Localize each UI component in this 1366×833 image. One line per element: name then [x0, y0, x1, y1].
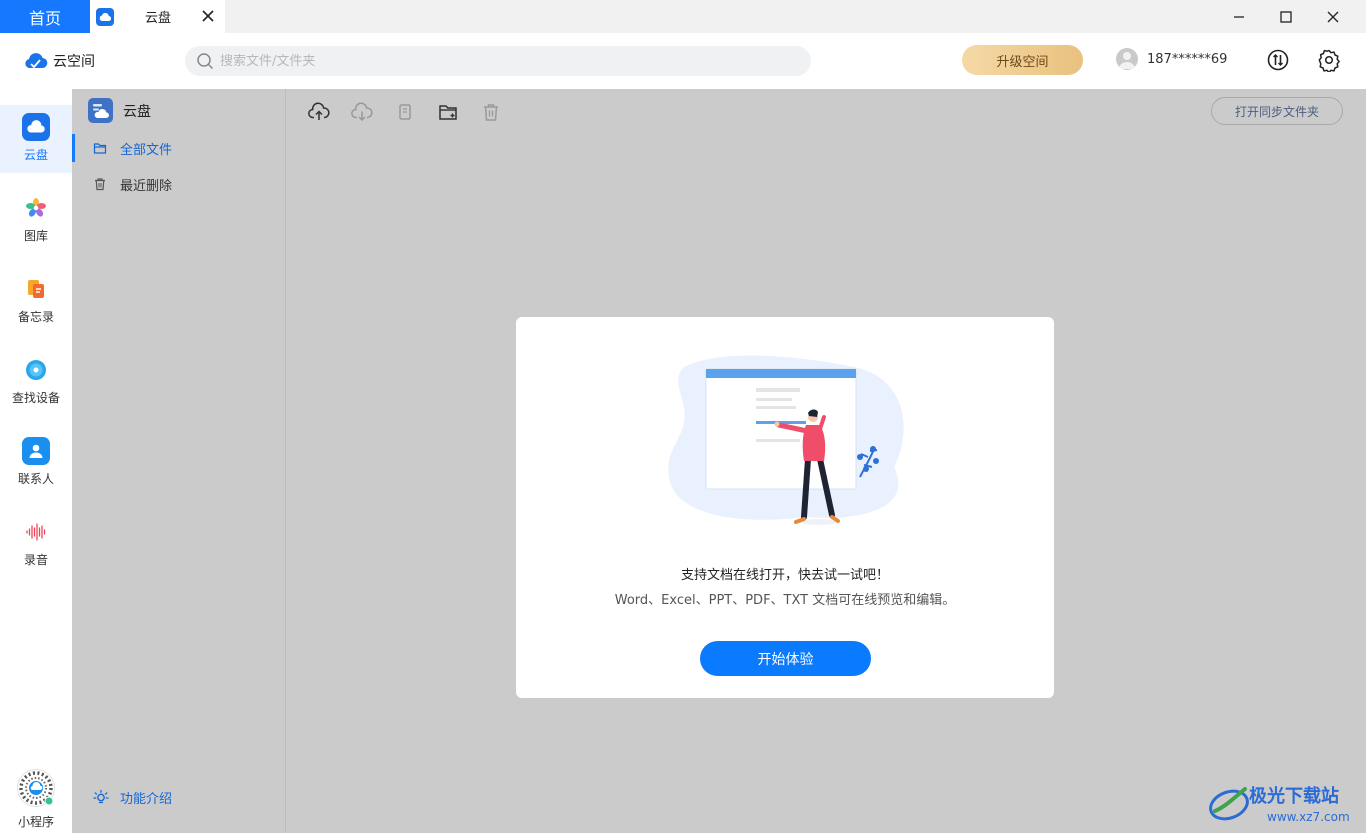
feature-intro-label: 功能介绍	[120, 791, 173, 807]
start-trial-button[interactable]: 开始体验	[700, 641, 871, 676]
nav-item-notes[interactable]: 备忘录	[0, 267, 72, 335]
cloud-logo-icon	[25, 53, 48, 69]
nav-label: 备忘录	[17, 310, 54, 324]
dialog-description: Word、Excel、PPT、PDF、TXT 文档可在线预览和编辑。	[614, 593, 956, 608]
folder-icon	[93, 143, 107, 154]
nav-label: 图库	[23, 229, 48, 243]
nav-label: 录音	[23, 553, 48, 567]
upgrade-space-button[interactable]: 升级空间	[962, 45, 1083, 75]
site-watermark-logo: 极光下载站 www.xz7.com	[1209, 785, 1350, 824]
cloud-drive-icon	[96, 7, 114, 26]
search-icon	[197, 53, 214, 70]
trash-icon	[95, 178, 105, 191]
brand: 云空间	[24, 51, 95, 71]
copy-icon[interactable]	[394, 101, 416, 123]
cloud-drive-panel-icon	[88, 98, 113, 123]
contacts-icon	[22, 437, 50, 465]
window-close-icon[interactable]	[1322, 6, 1344, 28]
nav-item-gallery[interactable]: 图库	[0, 186, 72, 254]
search-input[interactable]	[220, 53, 780, 69]
mini-program-label: 小程序	[17, 815, 54, 829]
brand-label: 云空间	[53, 54, 95, 70]
panel-title: 云盘	[123, 103, 151, 120]
find-device-icon	[22, 356, 50, 384]
online-docs-dialog: 支持文档在线打开，快去试一试吧！ Word、Excel、PPT、PDF、TXT …	[516, 317, 1054, 698]
gallery-icon	[22, 194, 50, 222]
tab-cloud-drive[interactable]: 云盘	[90, 0, 225, 33]
cloud-drive-icon	[22, 113, 50, 141]
feature-intro-link[interactable]: 功能介绍	[72, 783, 286, 811]
tab-strip: 首页 云盘	[0, 0, 1366, 33]
app-header: 云空间 升级空间 187******69	[0, 33, 1366, 89]
new-folder-icon[interactable]	[437, 101, 459, 123]
document-illustration	[668, 355, 904, 525]
maximize-icon[interactable]	[1275, 6, 1297, 28]
account-name[interactable]: 187******69	[1147, 52, 1227, 67]
mini-program[interactable]: 小程序	[0, 769, 72, 830]
nav-label: 云盘	[23, 148, 48, 162]
open-sync-folder-button[interactable]: 打开同步文件夹	[1211, 97, 1343, 125]
recorder-icon	[22, 518, 50, 546]
left-nav: 云盘 图库 备忘录 查找设备 联系人 录音 小程序	[0, 89, 72, 833]
nav-item-find-device[interactable]: 查找设备	[0, 348, 72, 416]
lightbulb-icon	[93, 789, 109, 804]
sidebar-item-label: 最近删除	[120, 178, 173, 194]
tab-label: 云盘	[145, 11, 172, 26]
download-icon[interactable]	[351, 101, 373, 123]
sidebar-item-recently-deleted[interactable]: 最近删除	[72, 170, 286, 198]
sync-status-icon[interactable]	[1266, 48, 1290, 72]
sidebar-item-all-files[interactable]: 全部文件	[72, 134, 286, 162]
nav-item-cloud-drive[interactable]: 云盘	[0, 105, 72, 173]
search-bar[interactable]	[185, 46, 811, 76]
avatar[interactable]	[1116, 48, 1138, 70]
delete-icon[interactable]	[480, 101, 502, 123]
gear-icon[interactable]	[1317, 48, 1341, 74]
dialog-title: 支持文档在线打开，快去试一试吧！	[680, 568, 889, 583]
watermark-text: 极光下载站	[1249, 785, 1339, 807]
close-icon[interactable]	[201, 9, 215, 23]
nav-item-contacts[interactable]: 联系人	[0, 429, 72, 497]
sidebar-item-label: 全部文件	[120, 142, 173, 158]
panel-header: 云盘	[88, 98, 151, 123]
nav-item-recorder[interactable]: 录音	[0, 510, 72, 578]
nav-label: 联系人	[17, 472, 54, 486]
minimize-icon[interactable]	[1228, 6, 1250, 28]
tab-home[interactable]: 首页	[0, 0, 90, 33]
file-panel: 云盘 全部文件 最近删除 功能介绍	[72, 89, 286, 833]
upload-icon[interactable]	[308, 101, 330, 123]
nav-label: 查找设备	[11, 391, 60, 405]
mini-program-qr-icon	[17, 769, 55, 807]
notes-icon	[22, 275, 50, 303]
watermark-url: www.xz7.com	[1267, 810, 1350, 824]
